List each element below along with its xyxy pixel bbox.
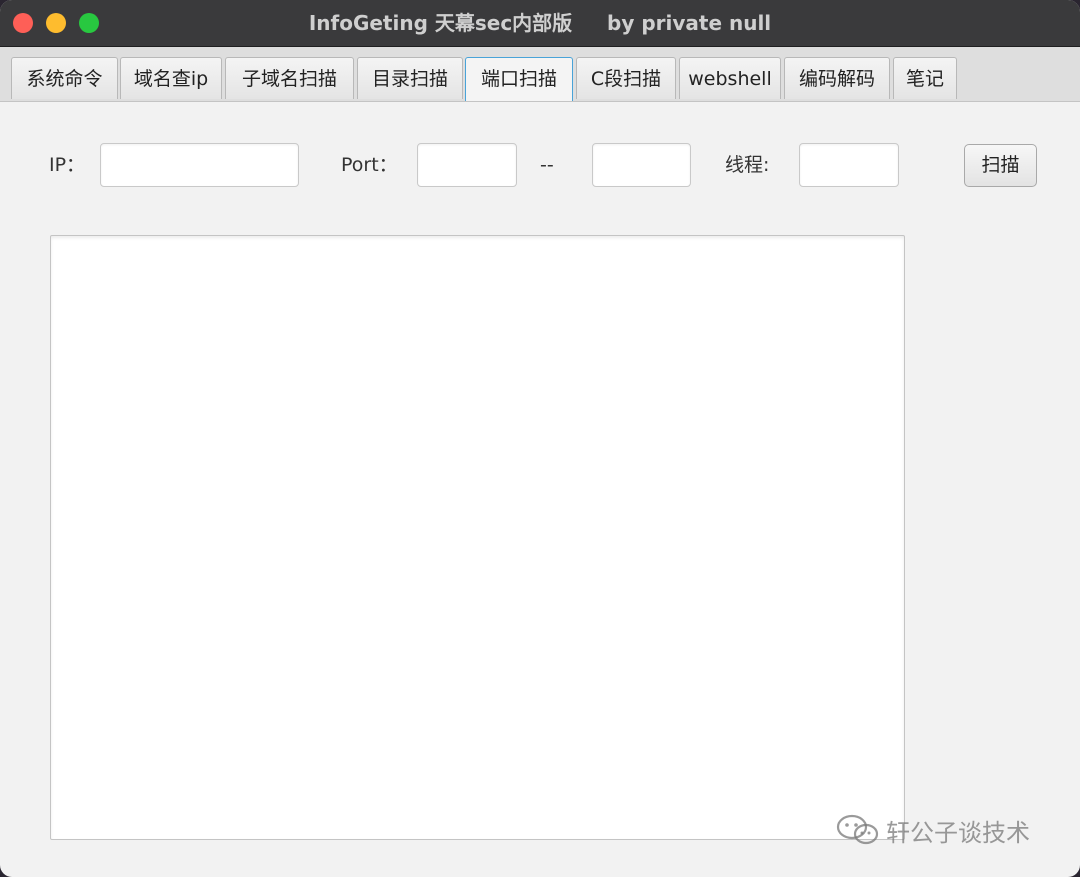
tab-bar: 系统命令 域名查ip 子域名扫描 目录扫描 端口扫描 C段扫描 webshell… bbox=[0, 47, 1080, 102]
watermark-text: 轩公子谈技术 bbox=[886, 818, 1030, 847]
window-title: InfoGeting 天幕sec内部版 by private null bbox=[308, 11, 772, 35]
tab-port-scan[interactable]: 端口扫描 bbox=[465, 57, 573, 101]
tab-notes[interactable]: 笔记 bbox=[893, 57, 957, 99]
ip-label: IP： bbox=[49, 154, 86, 176]
threads-input[interactable] bbox=[799, 143, 899, 187]
wechat-icon bbox=[836, 814, 879, 845]
title-bar: InfoGeting 天幕sec内部版 by private null bbox=[0, 0, 1080, 47]
tab-webshell[interactable]: webshell bbox=[679, 57, 781, 99]
threads-label: 线程: bbox=[725, 154, 770, 176]
tab-encode-decode[interactable]: 编码解码 bbox=[784, 57, 890, 99]
scan-output-textarea[interactable] bbox=[50, 235, 905, 840]
tab-domain-to-ip[interactable]: 域名查ip bbox=[120, 57, 222, 99]
ip-input[interactable] bbox=[100, 143, 299, 187]
watermark: 轩公子谈技术 bbox=[836, 810, 1030, 850]
port-end-input[interactable] bbox=[592, 143, 691, 187]
port-label: Port： bbox=[341, 154, 398, 176]
tab-c-segment-scan[interactable]: C段扫描 bbox=[576, 57, 676, 99]
tab-directory-scan[interactable]: 目录扫描 bbox=[357, 57, 463, 99]
app-window: InfoGeting 天幕sec内部版 by private null 系统命令… bbox=[0, 0, 1080, 877]
tab-subdomain-scan[interactable]: 子域名扫描 bbox=[225, 57, 354, 99]
port-start-input[interactable] bbox=[417, 143, 517, 187]
port-range-separator: -- bbox=[540, 154, 554, 176]
scan-button[interactable]: 扫描 bbox=[964, 144, 1037, 187]
tab-system-command[interactable]: 系统命令 bbox=[11, 57, 118, 99]
